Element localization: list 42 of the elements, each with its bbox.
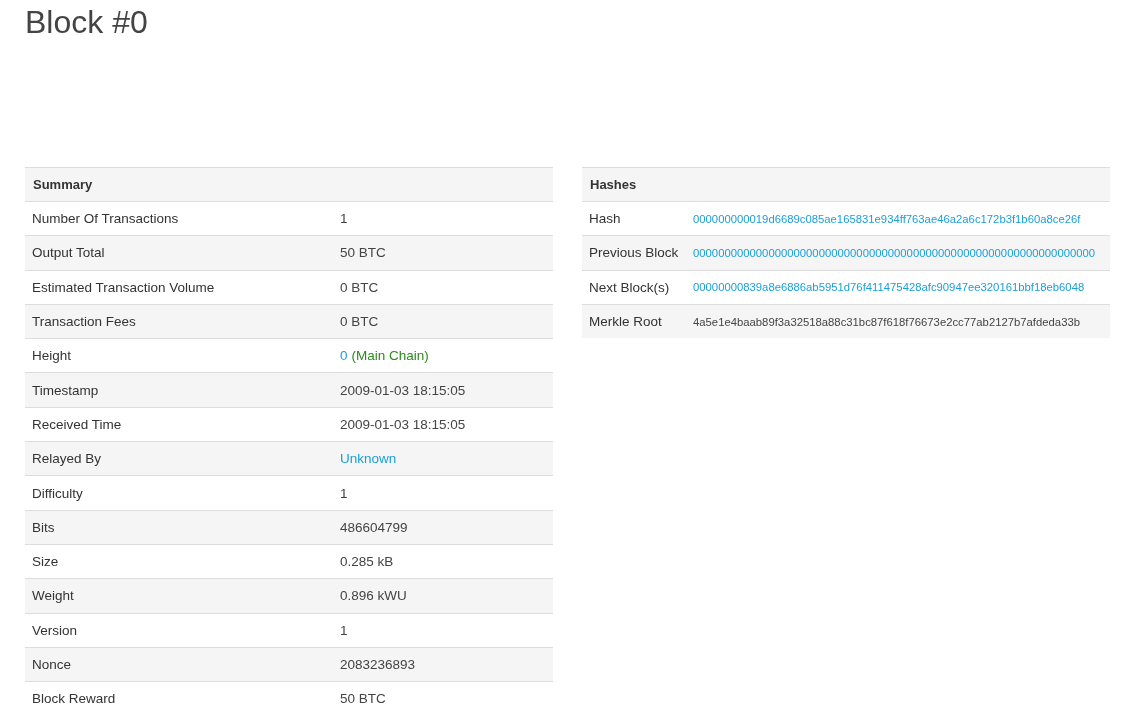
row-label: Next Block(s) bbox=[588, 279, 671, 295]
row-label: Block Reward bbox=[31, 691, 117, 707]
row-label: Timestamp bbox=[31, 382, 100, 398]
value-text: 2009-01-03 18:15:05 bbox=[340, 382, 466, 398]
row-label: Transaction Fees bbox=[31, 314, 137, 330]
row-label: Received Time bbox=[31, 416, 123, 432]
row-label: Difficulty bbox=[31, 485, 84, 501]
value-text: 50 BTC bbox=[340, 245, 386, 261]
hash-link[interactable]: 000000000019d6689c085ae165831e934ff763ae46a2a6c172b3f1b60a8ce26f bbox=[693, 212, 1081, 225]
row-label: Height bbox=[31, 348, 73, 364]
value-text: 50 BTC bbox=[340, 691, 386, 707]
value-link[interactable]: 0 bbox=[340, 348, 348, 364]
value-text: 0 BTC bbox=[340, 314, 379, 330]
status-text: (Main Chain) bbox=[351, 348, 429, 364]
page-title: Block #0 bbox=[25, 3, 149, 42]
row-label: Merkle Root bbox=[588, 314, 663, 330]
row-label: Number Of Transactions bbox=[31, 211, 180, 227]
row-label: Bits bbox=[31, 519, 56, 535]
hash-link[interactable]: 0000000000000000000000000000000000000000000000000000000000000000 bbox=[693, 246, 1096, 259]
value-text: 486604799 bbox=[340, 519, 408, 535]
row-label: Version bbox=[31, 622, 79, 638]
row-label: Previous Block bbox=[588, 245, 680, 261]
value-text: 1 bbox=[340, 622, 348, 638]
row-label: Output Total bbox=[31, 245, 106, 261]
value-text: 1 bbox=[340, 485, 348, 501]
value-text: 0 BTC bbox=[340, 279, 379, 295]
row-label: Estimated Transaction Volume bbox=[31, 279, 216, 295]
table-header: Summary bbox=[25, 168, 553, 202]
hash-link[interactable]: 00000000839a8e6886ab5951d76f411475428afc90947ee320161bbf18eb6048 bbox=[693, 281, 1085, 294]
value-text: 2083236893 bbox=[340, 657, 416, 672]
value-text: 1 bbox=[340, 211, 348, 227]
row-label: Relayed By bbox=[31, 451, 103, 467]
hash-text: 4a5e1e4baab89f3a32518a88c31bc87f618f76673e2cc77ab2127b7afdeda33b bbox=[693, 315, 1080, 328]
value-text: 0.285 kB bbox=[340, 554, 394, 570]
value-link[interactable]: Unknown bbox=[340, 451, 397, 467]
row-label: Size bbox=[31, 554, 60, 570]
value-text: 0.896 kWU bbox=[340, 588, 407, 604]
value-text: 2009-01-03 18:15:05 bbox=[340, 416, 466, 432]
row-label: Weight bbox=[31, 588, 75, 604]
table-header: Hashes bbox=[582, 168, 1110, 202]
row-label: Hash bbox=[588, 211, 622, 227]
row-label: Nonce bbox=[31, 657, 73, 672]
